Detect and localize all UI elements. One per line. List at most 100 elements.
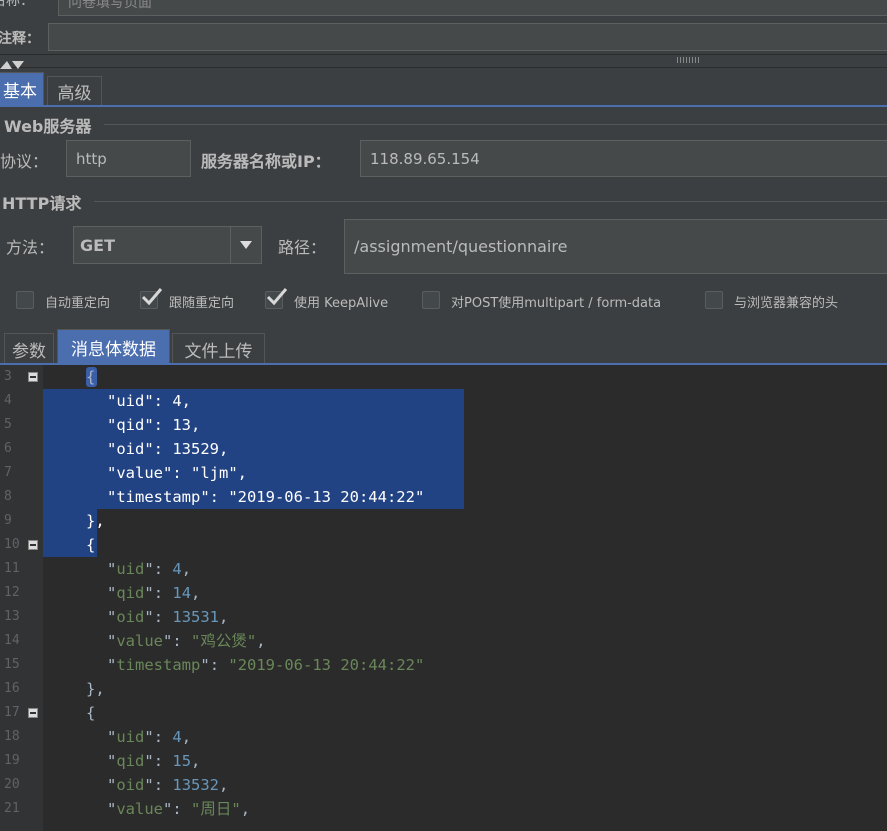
line-number: 6 bbox=[4, 441, 12, 456]
web-server-title: Web服务器 bbox=[4, 117, 92, 136]
code-text: { bbox=[86, 536, 96, 554]
splitter-grip-icon bbox=[677, 57, 699, 63]
code-text: { bbox=[86, 368, 96, 386]
server-label: 服务器名称或IP： bbox=[201, 152, 331, 171]
line-number: 18 bbox=[4, 729, 20, 744]
path-label: 路径： bbox=[278, 238, 327, 257]
path-input[interactable]: /assignment/questionnaire bbox=[344, 219, 887, 274]
follow-redirect-label: 跟随重定向 bbox=[169, 296, 235, 311]
code-line[interactable]: 13 "oid": 13531, bbox=[0, 605, 887, 629]
code-text: "value": "鸡公煲", bbox=[107, 632, 266, 650]
name-label: 名称： bbox=[0, 0, 34, 9]
auto-redirect-label: 自动重定向 bbox=[45, 296, 111, 311]
code-line[interactable]: 11 "uid": 4, bbox=[0, 557, 887, 581]
method-label: 方法： bbox=[6, 238, 55, 257]
comment-field[interactable] bbox=[48, 23, 887, 51]
code-line[interactable]: 12 "qid": 14, bbox=[0, 581, 887, 605]
code-text: "timestamp": "2019-06-13 20:44:22" bbox=[107, 488, 425, 506]
code-line[interactable]: 3{ bbox=[0, 365, 887, 389]
code-text: "value": "周日", bbox=[107, 800, 251, 818]
browser-headers-label: 与浏览器兼容的头 bbox=[734, 296, 839, 311]
tab-basic[interactable]: 基本 bbox=[0, 72, 44, 105]
collapse-arrows-icon[interactable] bbox=[0, 56, 30, 69]
multipart-checkbox[interactable] bbox=[422, 291, 440, 309]
line-number: 13 bbox=[4, 609, 20, 624]
code-line[interactable]: 18 "uid": 4, bbox=[0, 725, 887, 749]
tab-file-upload[interactable]: 文件上传 bbox=[172, 333, 265, 364]
code-text: "qid": 13, bbox=[107, 416, 201, 434]
follow-redirect-checkbox[interactable] bbox=[140, 288, 163, 309]
line-number: 7 bbox=[4, 465, 12, 480]
line-number: 9 bbox=[4, 513, 12, 528]
code-line[interactable]: 4 "uid": 4, bbox=[0, 389, 887, 413]
keepalive-label: 使用 KeepAlive bbox=[294, 296, 389, 311]
code-line[interactable]: 10 { bbox=[0, 533, 887, 557]
protocol-label: 协议： bbox=[0, 152, 49, 171]
path-value: /assignment/questionnaire bbox=[354, 237, 568, 256]
line-number: 14 bbox=[4, 633, 20, 648]
code-line[interactable]: 20 "oid": 13532, bbox=[0, 773, 887, 797]
line-number: 10 bbox=[4, 537, 20, 552]
code-text: "uid": 4, bbox=[107, 560, 192, 578]
code-line[interactable]: 17 { bbox=[0, 701, 887, 725]
http-request-divider bbox=[94, 201, 887, 202]
keepalive-checkbox[interactable] bbox=[265, 288, 288, 309]
protocol-value: http bbox=[76, 149, 107, 168]
dropdown-arrow-icon[interactable] bbox=[230, 227, 261, 263]
server-value: 118.89.65.154 bbox=[370, 149, 480, 168]
line-number: 11 bbox=[4, 561, 20, 576]
comment-label: 注释： bbox=[0, 31, 40, 47]
body-data-editor[interactable]: 3{ 4 "uid": 4, 5 "qid": 13, 6 "oid": 13529, 7 "v… bbox=[0, 365, 887, 831]
code-line[interactable]: 7 "value": "ljm", bbox=[0, 461, 887, 485]
line-number: 20 bbox=[4, 777, 20, 792]
code-text: "uid": 4, bbox=[107, 728, 192, 746]
line-number: 17 bbox=[4, 705, 20, 720]
tab-parameters[interactable]: 参数 bbox=[4, 333, 54, 364]
code-line[interactable]: 6 "oid": 13529, bbox=[0, 437, 887, 461]
line-number: 16 bbox=[4, 681, 20, 696]
multipart-label: 对POST使用multipart / form-data bbox=[451, 296, 662, 311]
line-number: 21 bbox=[4, 801, 20, 816]
code-text: "uid": 4, bbox=[107, 392, 191, 410]
method-select[interactable]: GET bbox=[73, 226, 262, 264]
fold-collapse-icon[interactable] bbox=[28, 372, 38, 382]
fold-collapse-icon[interactable] bbox=[28, 540, 38, 550]
checkmark-icon bbox=[266, 288, 288, 306]
tab-underline bbox=[0, 105, 887, 107]
code-line[interactable]: 8 "timestamp": "2019-06-13 20:44:22" bbox=[0, 485, 887, 509]
code-text: "qid": 15, bbox=[107, 752, 201, 770]
auto-redirect-checkbox[interactable] bbox=[16, 291, 34, 309]
checkmark-icon bbox=[141, 288, 163, 306]
protocol-input[interactable]: http bbox=[66, 140, 191, 177]
code-text: "oid": 13529, bbox=[107, 440, 229, 458]
code-line[interactable]: 5 "qid": 13, bbox=[0, 413, 887, 437]
code-line[interactable]: 14 "value": "鸡公煲", bbox=[0, 629, 887, 653]
code-text: { bbox=[86, 704, 96, 722]
code-text: "qid": 14, bbox=[107, 584, 201, 602]
line-number: 5 bbox=[4, 417, 12, 432]
splitter-bar[interactable] bbox=[0, 54, 887, 69]
browser-headers-checkbox[interactable] bbox=[705, 291, 723, 309]
line-number: 15 bbox=[4, 657, 20, 672]
line-number: 4 bbox=[4, 393, 12, 408]
code-text: "oid": 13532, bbox=[107, 776, 229, 794]
code-line[interactable]: 16}, bbox=[0, 677, 887, 701]
line-number: 12 bbox=[4, 585, 20, 600]
code-line[interactable]: 9}, bbox=[0, 509, 887, 533]
line-number: 19 bbox=[4, 753, 20, 768]
fold-collapse-icon[interactable] bbox=[28, 708, 38, 718]
name-field[interactable]: 问卷填写页面 bbox=[58, 0, 887, 16]
code-line[interactable]: 15 "timestamp": "2019-06-13 20:44:22" bbox=[0, 653, 887, 677]
code-line[interactable]: 19 "qid": 15, bbox=[0, 749, 887, 773]
name-value: 问卷填写页面 bbox=[68, 0, 152, 11]
tab-body-data[interactable]: 消息体数据 bbox=[57, 329, 170, 364]
code-line[interactable]: 21 "value": "周日", bbox=[0, 797, 887, 821]
tab-advanced[interactable]: 高级 bbox=[47, 76, 102, 105]
code-text: "timestamp": "2019-06-13 20:44:22" bbox=[107, 656, 425, 674]
code-text: }, bbox=[86, 512, 105, 530]
http-request-title: HTTP请求 bbox=[2, 194, 82, 213]
code-text: }, bbox=[86, 680, 105, 698]
code-text: "value": "ljm", bbox=[107, 464, 247, 482]
line-number: 8 bbox=[4, 489, 12, 504]
server-input[interactable]: 118.89.65.154 bbox=[360, 140, 887, 177]
